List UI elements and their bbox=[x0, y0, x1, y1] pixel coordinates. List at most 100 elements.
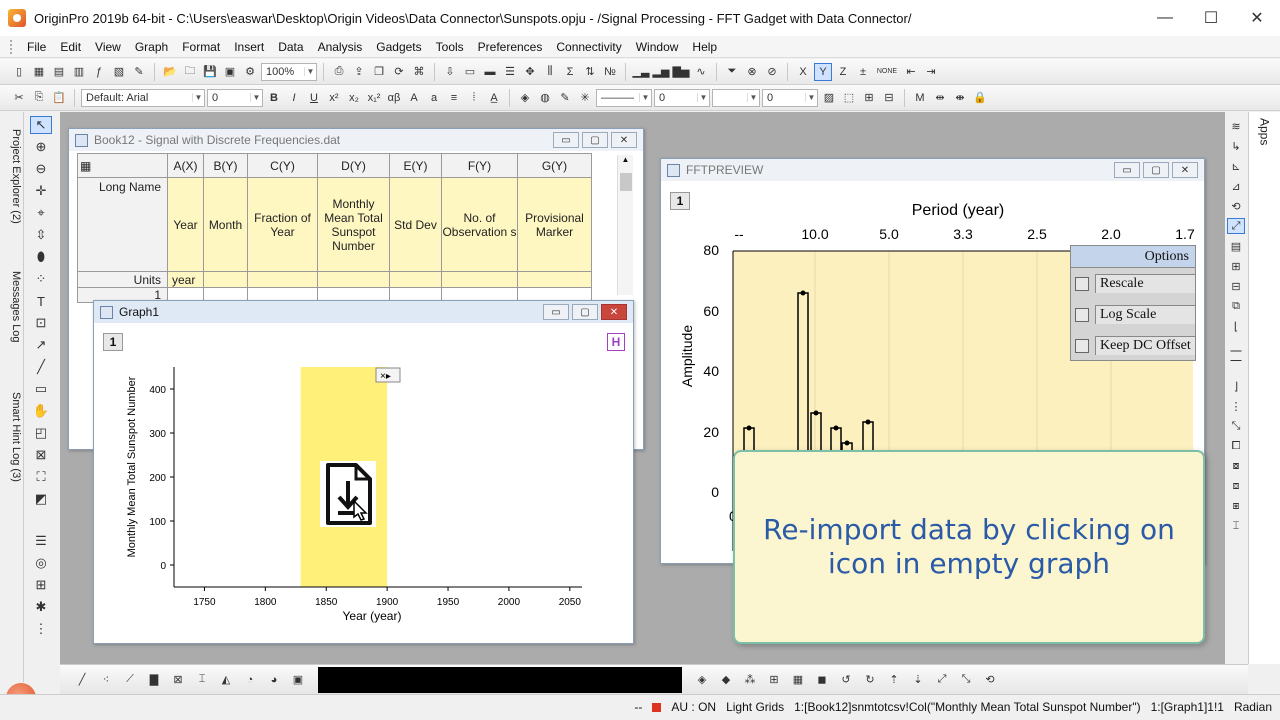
color-bar-icon[interactable]: ☰ bbox=[30, 532, 52, 550]
layer-management-icon[interactable]: ≋ bbox=[1227, 118, 1245, 134]
insert-graph-icon[interactable]: ⊠ bbox=[30, 446, 52, 464]
script-window-icon[interactable]: ▭ bbox=[461, 63, 479, 81]
border-icon[interactable]: ⬚ bbox=[840, 89, 858, 107]
pie-plot-icon[interactable]: ◕ bbox=[264, 671, 284, 689]
align-objects-icon[interactable]: ⇼ bbox=[951, 89, 969, 107]
scroll-thumb[interactable] bbox=[620, 173, 632, 191]
italic-button[interactable]: I bbox=[285, 89, 303, 107]
menu-analysis[interactable]: Analysis bbox=[311, 40, 370, 54]
symbol-icon[interactable]: ✳ bbox=[576, 89, 594, 107]
results-log-icon[interactable]: ☰ bbox=[501, 63, 519, 81]
long-name-cell[interactable]: Monthly Mean Total Sunspot Number bbox=[317, 177, 390, 272]
greek-button[interactable]: αβ bbox=[385, 89, 403, 107]
line-style-combo[interactable]: ——— ▼ bbox=[596, 88, 652, 107]
units-cell[interactable] bbox=[203, 271, 248, 288]
fftpreview-maximize-button[interactable]: ▢ bbox=[1143, 162, 1169, 178]
command-window-icon[interactable]: ▬ bbox=[481, 63, 499, 81]
column-header[interactable]: B(Y) bbox=[203, 153, 248, 178]
scroll-up-icon[interactable]: ▲ bbox=[618, 155, 633, 164]
menu-help[interactable]: Help bbox=[685, 40, 724, 54]
color-combo[interactable]: ▼ bbox=[712, 88, 760, 107]
box-plot-icon[interactable]: ⌶ bbox=[192, 671, 212, 689]
menu-format[interactable]: Format bbox=[175, 40, 227, 54]
line-chart-icon[interactable]: ∿ bbox=[692, 63, 710, 81]
rescale-icon[interactable]: ⟲ bbox=[1227, 198, 1245, 214]
data-selector-icon[interactable]: ⬮ bbox=[30, 248, 52, 266]
line-tool-icon[interactable]: ╱ bbox=[30, 358, 52, 376]
area-plot-icon[interactable]: ◭ bbox=[216, 671, 236, 689]
units-cell[interactable] bbox=[441, 271, 518, 288]
3d-wall-icon[interactable]: ◼ bbox=[812, 671, 832, 689]
graph1-titlebar[interactable]: Graph1 ▭ ▢ ✕ bbox=[94, 301, 633, 323]
zoom-combo[interactable]: 100% ▼ bbox=[261, 62, 317, 81]
row-numbers-icon[interactable]: № bbox=[601, 63, 619, 81]
cube-icon[interactable]: ◩ bbox=[30, 490, 52, 508]
menu-window[interactable]: Window bbox=[629, 40, 686, 54]
menu-view[interactable]: View bbox=[88, 40, 128, 54]
reduce-filter-icon[interactable]: ⊘ bbox=[763, 63, 781, 81]
duplicate-icon[interactable]: ❐ bbox=[370, 63, 388, 81]
recalculate-icon[interactable]: ⚙ bbox=[241, 63, 259, 81]
enlarge-icon[interactable]: ⤢ bbox=[932, 671, 952, 689]
3d-surface-icon[interactable]: ◈ bbox=[692, 671, 712, 689]
column-chart-icon[interactable]: ▂▅ bbox=[652, 63, 670, 81]
bold-button[interactable]: B bbox=[265, 89, 283, 107]
menu-edit[interactable]: Edit bbox=[53, 40, 88, 54]
object-manager-icon[interactable]: ⛶ bbox=[30, 468, 52, 486]
mask-icon[interactable]: ◰ bbox=[30, 424, 52, 442]
arrange-icon[interactable]: ↳ bbox=[1227, 138, 1245, 154]
set-as-y-icon[interactable]: Y bbox=[814, 62, 832, 81]
status-au[interactable]: AU : ON bbox=[671, 700, 716, 714]
superscript-icon[interactable]: x² bbox=[325, 89, 343, 107]
fill-color-icon[interactable]: ◈ bbox=[516, 89, 534, 107]
export-icon[interactable]: ⇪ bbox=[350, 63, 368, 81]
histogram-icon[interactable]: ▇▅ bbox=[672, 63, 690, 81]
long-name-cell[interactable]: Month bbox=[203, 177, 248, 272]
new-matrix-icon[interactable]: ▤ bbox=[50, 63, 68, 81]
3d-wire-icon[interactable]: ⊞ bbox=[764, 671, 784, 689]
align-left-icon[interactable]: ⌊ bbox=[1227, 318, 1245, 334]
rescale-checkbox[interactable] bbox=[1075, 276, 1089, 291]
panel-icon[interactable]: ⊟ bbox=[1227, 278, 1245, 294]
column-header[interactable]: A(X) bbox=[167, 153, 204, 178]
front-icon[interactable]: ⧈ bbox=[1227, 478, 1245, 494]
rescale-label[interactable]: Rescale bbox=[1095, 274, 1195, 293]
tab-spacing-icon[interactable]: ⦙ bbox=[465, 89, 483, 107]
keep-dc-offset-checkbox[interactable] bbox=[1075, 338, 1089, 353]
tab-smart-hint-log[interactable]: Smart Hint Log (3) bbox=[2, 382, 22, 492]
region-icon[interactable]: ⊡ bbox=[30, 314, 52, 332]
clear-filter-icon[interactable]: ⊗ bbox=[743, 63, 761, 81]
font-color-icon[interactable]: A̲ bbox=[485, 89, 503, 107]
reimport-file-icon[interactable] bbox=[320, 461, 376, 527]
graph1-minimize-button[interactable]: ▭ bbox=[543, 304, 569, 320]
bracket-icon[interactable]: ⌶ bbox=[1227, 518, 1245, 534]
scale-icon[interactable]: ✛ bbox=[30, 182, 52, 200]
menu-connectivity[interactable]: Connectivity bbox=[549, 40, 628, 54]
log-scale-label[interactable]: Log Scale bbox=[1095, 305, 1195, 324]
filter-icon[interactable]: ⏷ bbox=[723, 63, 741, 81]
tab-project-explorer[interactable]: Project Explorer (2) bbox=[2, 116, 22, 236]
units-cell[interactable] bbox=[317, 271, 390, 288]
status-light-grids[interactable]: Light Grids bbox=[726, 700, 784, 714]
close-button[interactable]: ✕ bbox=[1234, 0, 1280, 36]
underline-button[interactable]: U bbox=[305, 89, 323, 107]
3d-ribbon-icon[interactable]: ▦ bbox=[788, 671, 808, 689]
status-angle-unit[interactable]: Radian bbox=[1234, 700, 1272, 714]
save-template-icon[interactable]: ▣ bbox=[221, 63, 239, 81]
minimize-button[interactable]: — bbox=[1142, 0, 1188, 36]
text-tool-icon[interactable]: T bbox=[30, 292, 52, 310]
rotate-right-icon[interactable]: ↻ bbox=[860, 671, 880, 689]
graph1-close-button[interactable]: ✕ bbox=[601, 304, 627, 320]
resize-icon[interactable]: ⤡ bbox=[1227, 418, 1245, 434]
fftpreview-titlebar[interactable]: FFTPREVIEW ▭ ▢ ✕ bbox=[661, 159, 1204, 181]
back-icon[interactable]: ⧆ bbox=[1227, 498, 1245, 514]
mini-toolbar-close-icon[interactable]: ×▸ bbox=[380, 371, 391, 382]
align-top-icon[interactable]: ⎺ bbox=[1227, 358, 1245, 374]
units-cell[interactable] bbox=[389, 271, 442, 288]
pointer-icon[interactable]: ↖ bbox=[30, 116, 52, 134]
menu-file[interactable]: File bbox=[20, 40, 53, 54]
legend-icon[interactable]: ▤ bbox=[1227, 238, 1245, 254]
sort-icon[interactable]: ⇅ bbox=[581, 63, 599, 81]
font-combo[interactable]: Default: Arial ▼ bbox=[81, 88, 205, 107]
open-icon[interactable]: 📂 bbox=[161, 63, 179, 81]
